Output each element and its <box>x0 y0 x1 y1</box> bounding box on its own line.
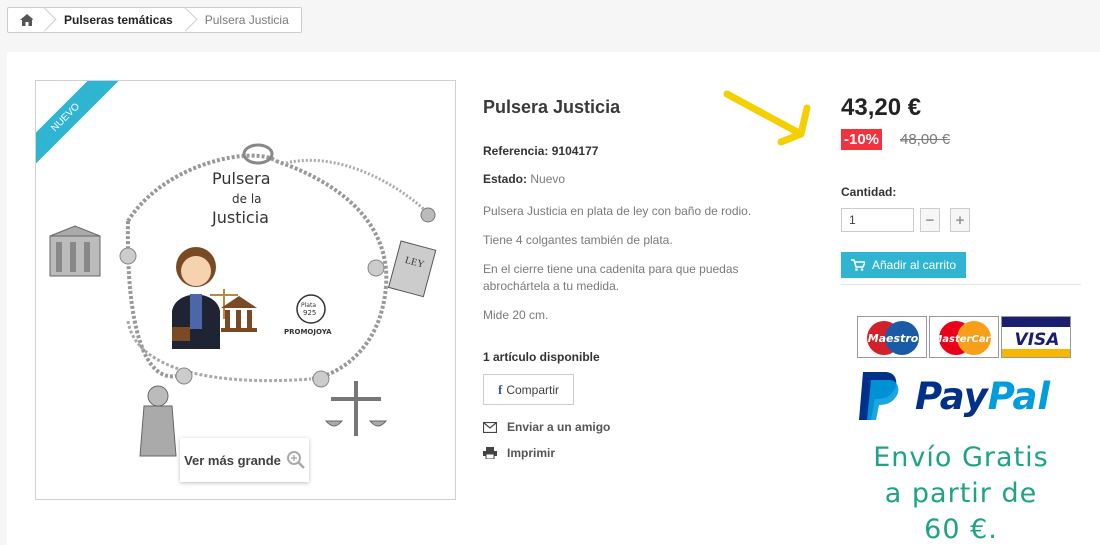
breadcrumb-category-label: Pulseras temáticas <box>64 13 173 27</box>
promo-line: a partir de <box>884 478 1038 509</box>
paypal-wordmark-pay: Pay <box>915 374 988 418</box>
breadcrumb-category[interactable]: Pulseras temáticas <box>46 7 198 32</box>
add-to-cart-label: Añadir al carrito <box>871 258 957 272</box>
svg-text:Plata: Plata <box>301 302 316 309</box>
envelope-icon <box>483 421 497 433</box>
add-to-cart-button[interactable]: Añadir al carrito <box>841 252 966 278</box>
arrow-annotation-icon <box>723 90 811 146</box>
zoom-button[interactable]: Ver más grande <box>180 438 309 482</box>
svg-text:MasterCard: MasterCard <box>932 334 998 345</box>
svg-text:925: 925 <box>303 309 316 317</box>
zoom-label: Ver más grande <box>184 452 281 468</box>
paypal-wordmark-pal: Pal <box>987 374 1051 418</box>
product-reference: Referencia: 9104177 <box>483 144 598 158</box>
divider <box>841 284 1081 285</box>
availability: 1 artículo disponible <box>483 350 600 364</box>
quantity-input[interactable]: 1 <box>841 208 914 232</box>
mastercard-logo: MasterCard <box>929 316 999 358</box>
paypal-logo: PayPal <box>855 370 1050 422</box>
breadcrumb-current-label: Pulsera Justicia <box>204 13 289 27</box>
visa-logo: VISA <box>1001 316 1071 358</box>
product-title: Pulsera Justicia <box>483 97 621 117</box>
send-to-friend-link[interactable]: Enviar a un amigo <box>483 420 610 434</box>
quantity-decrease-button[interactable]: − <box>920 208 940 232</box>
breadcrumb-home[interactable] <box>8 7 57 32</box>
cart-icon <box>850 259 865 271</box>
payment-cards: Maestro MasterCard VISA <box>857 316 1071 358</box>
current-price: 43,20 € <box>841 94 922 121</box>
print-link[interactable]: Imprimir <box>483 446 555 460</box>
description-line: En el cierre tiene una cadenita para que… <box>483 262 739 293</box>
condition-value: Nuevo <box>530 172 566 186</box>
product-panel: LEY Pulsera de la Justicia Plata 925 PRO… <box>7 52 1100 545</box>
svg-text:PROMOJOYA: PROMOJOYA <box>284 328 332 336</box>
new-ribbon: NUEVO <box>36 81 126 171</box>
description-line: Pulsera Justicia en plata de ley con bañ… <box>483 204 752 218</box>
new-badge: NUEVO <box>36 81 124 171</box>
free-shipping-promo: Envío Gratis a partir de 60 €. <box>841 440 1081 545</box>
svg-text:Maestro: Maestro <box>868 332 919 345</box>
home-icon <box>20 14 34 26</box>
facebook-icon: f <box>497 381 503 397</box>
send-to-friend-label: Enviar a un amigo <box>507 420 611 434</box>
discount-badge: -10% <box>841 129 883 150</box>
zoom-plus-icon <box>286 451 305 469</box>
maestro-logo: Maestro <box>857 316 927 358</box>
promo-line: 60 €. <box>924 514 998 545</box>
reference-value: 9104177 <box>551 144 599 158</box>
regular-price: 48,00 € <box>900 131 951 148</box>
printer-icon <box>483 447 497 459</box>
share-label: Compartir <box>506 382 560 397</box>
svg-text:de la: de la <box>232 192 262 206</box>
svg-text:Pulsera: Pulsera <box>212 169 271 188</box>
share-button[interactable]: f Compartir <box>483 374 574 405</box>
print-label: Imprimir <box>507 446 556 460</box>
description-line: Mide 20 cm. <box>483 308 549 322</box>
quantity-increase-button[interactable]: + <box>950 208 970 232</box>
svg-text:VISA: VISA <box>1015 330 1060 350</box>
description-line: Tiene 4 colgantes también de plata. <box>483 233 673 247</box>
reference-label: Referencia: <box>483 144 549 158</box>
condition-label: Estado: <box>483 172 528 186</box>
promo-line: Envío Gratis <box>873 442 1049 473</box>
breadcrumb-current: Pulsera Justicia <box>187 8 301 32</box>
paypal-wordmark: PayPal <box>915 375 1050 418</box>
breadcrumb: Pulseras temáticas Pulsera Justicia <box>7 7 302 33</box>
paypal-icon <box>859 372 899 420</box>
quantity-label: Cantidad: <box>841 185 897 199</box>
product-condition: Estado: Nuevo <box>483 172 565 186</box>
svg-text:Justicia: Justicia <box>211 208 269 227</box>
product-image[interactable]: LEY Pulsera de la Justicia Plata 925 PRO… <box>35 80 456 500</box>
